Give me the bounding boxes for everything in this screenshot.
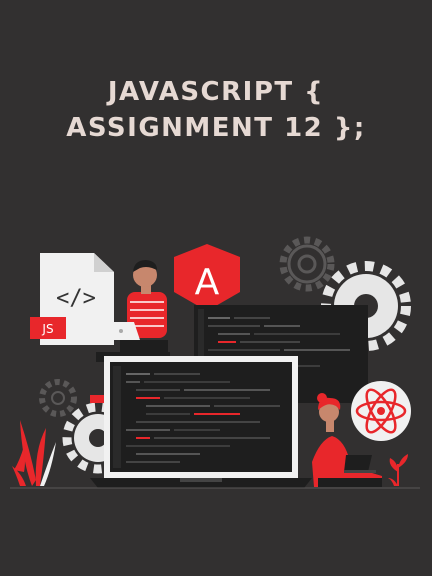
developer-illustration: </> JS A (10, 236, 420, 489)
gear-icon (279, 236, 335, 292)
laptop (90, 356, 312, 488)
plant-icon (388, 454, 408, 486)
js-badge: JS (41, 322, 53, 336)
angular-logo-icon: A (174, 244, 240, 311)
plant-icon (12, 420, 56, 486)
gear-icon (39, 379, 77, 417)
code-glyph: </> (56, 286, 96, 311)
code-file-icon: </> JS (30, 253, 114, 345)
react-atom-icon (351, 381, 411, 441)
angular-letter: A (195, 262, 220, 303)
